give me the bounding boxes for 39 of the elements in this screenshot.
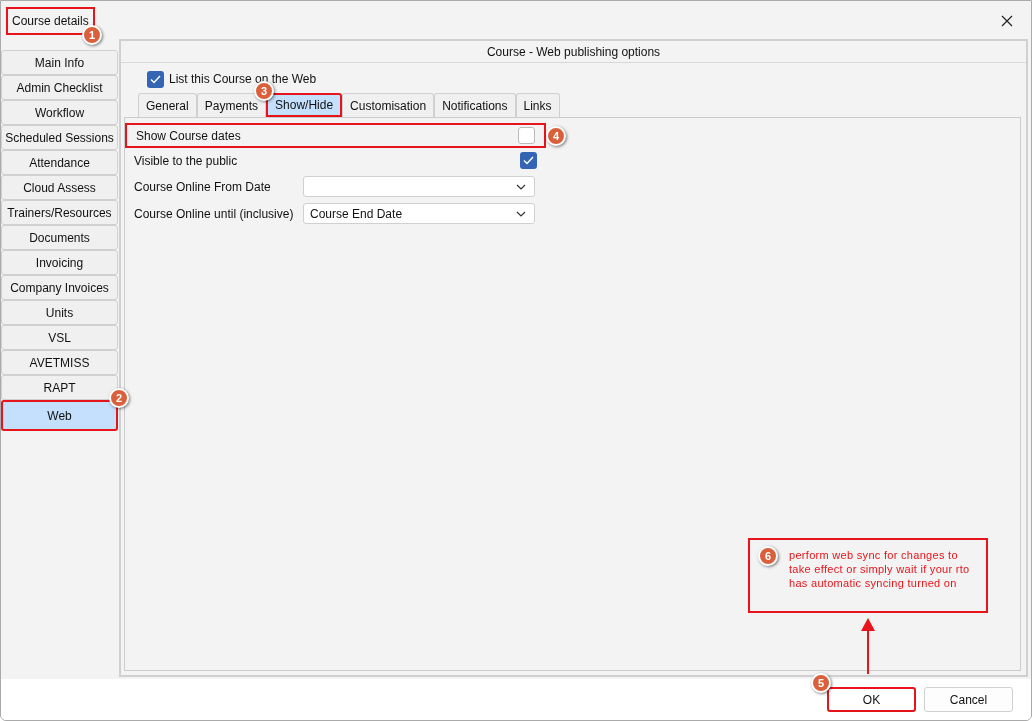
- sidebar-item[interactable]: Scheduled Sessions: [1, 125, 118, 150]
- tab[interactable]: Notifications: [434, 93, 516, 117]
- sidebar-item[interactable]: Workflow: [1, 100, 118, 125]
- check-icon: [523, 156, 534, 165]
- dialog-button[interactable]: Cancel: [924, 687, 1013, 712]
- tab[interactable]: General: [138, 93, 197, 117]
- step-badge: 6: [758, 546, 778, 566]
- checkbox[interactable]: [520, 152, 537, 169]
- sidebar-item[interactable]: Cloud Assess: [1, 175, 118, 200]
- dialog-button[interactable]: OK: [827, 687, 916, 712]
- sidebar-item[interactable]: Documents: [1, 225, 118, 250]
- sidebar-item[interactable]: Company Invoices: [1, 275, 118, 300]
- tab[interactable]: Customisation: [342, 93, 435, 117]
- sidebar-item[interactable]: Attendance: [1, 150, 118, 175]
- tab[interactable]: Links: [515, 93, 560, 117]
- sidebar-item[interactable]: Trainers/Resources: [1, 200, 118, 225]
- step-badge: 4: [546, 126, 566, 146]
- sidebar-item[interactable]: AVETMISS: [1, 350, 118, 375]
- chevron-down-icon: [516, 210, 526, 217]
- sidebar-item[interactable]: Main Info: [1, 50, 118, 75]
- step-badge: 5: [811, 673, 831, 693]
- sidebar-item[interactable]: Invoicing: [1, 250, 118, 275]
- close-icon[interactable]: [1001, 15, 1013, 27]
- field-label: Show Course dates: [136, 127, 241, 145]
- arrow-up-icon: [860, 617, 876, 674]
- step-badge: 1: [82, 25, 102, 45]
- sidebar-item[interactable]: VSL: [1, 325, 118, 350]
- field-label: Course Online until (inclusive): [134, 205, 294, 223]
- checkbox[interactable]: [518, 127, 535, 144]
- field-label: Course Online From Date: [134, 178, 271, 196]
- panel-title: Course - Web publishing options: [121, 41, 1026, 63]
- checkbox[interactable]: [147, 70, 164, 88]
- field-label: Visible to the public: [134, 152, 238, 170]
- tab[interactable]: Show/Hide: [266, 93, 343, 117]
- sidebar-item[interactable]: Units: [1, 300, 118, 325]
- sidebar-item[interactable]: Admin Checklist: [1, 75, 118, 100]
- chevron-down-icon: [516, 183, 526, 190]
- dropdown[interactable]: Course End Date: [303, 203, 535, 224]
- check-icon: [150, 74, 161, 84]
